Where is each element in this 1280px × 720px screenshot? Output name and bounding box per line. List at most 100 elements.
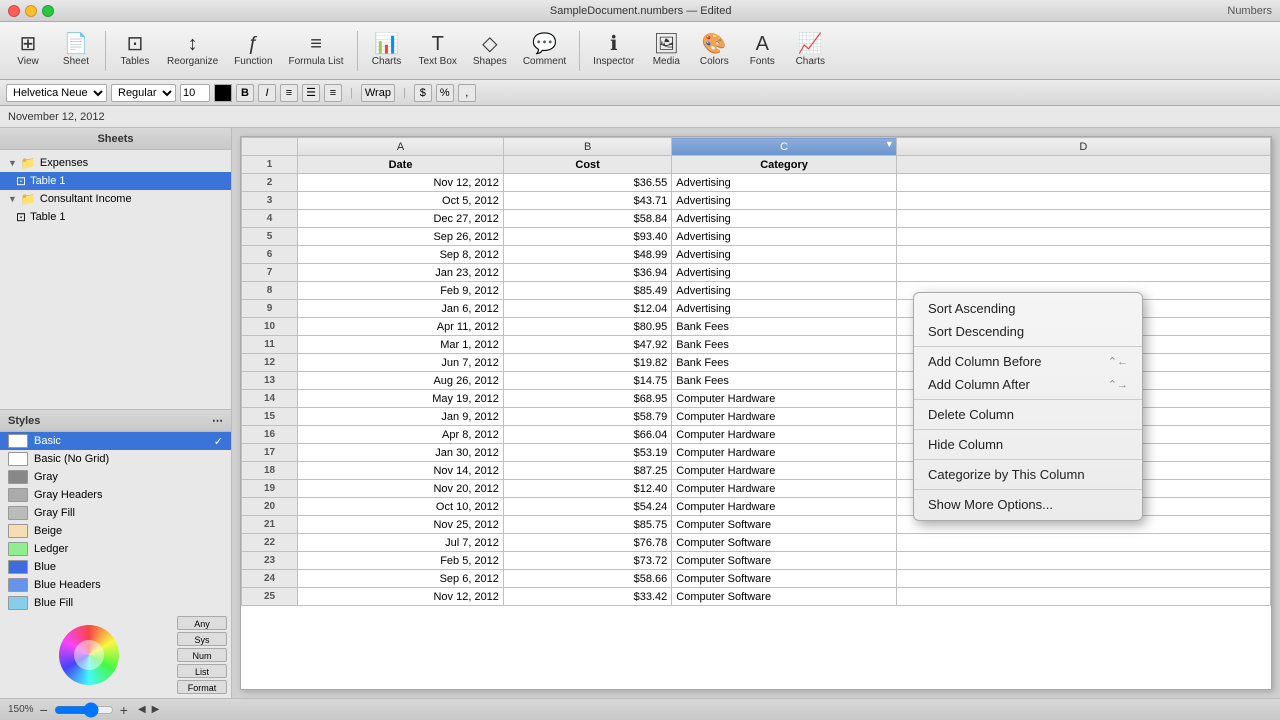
style-gray-fill[interactable]: Gray Fill (0, 504, 231, 522)
cell-date[interactable]: Sep 26, 2012 (298, 228, 504, 246)
text-box-button[interactable]: T Text Box (413, 26, 463, 76)
menu-item-sort-asc[interactable]: Sort Ascending (914, 297, 1142, 320)
mini-btn-3[interactable]: Num (177, 648, 227, 662)
cell-category[interactable]: Advertising (672, 246, 897, 264)
cell-category[interactable]: Computer Software (672, 552, 897, 570)
colors-button[interactable]: 🎨 Colors (692, 26, 736, 76)
cell-date[interactable]: Oct 10, 2012 (298, 498, 504, 516)
font-family-select[interactable]: Helvetica Neue (6, 84, 107, 102)
sidebar-item-table1-consultant[interactable]: ⊡ Table 1 (0, 208, 231, 226)
charts-button[interactable]: 📊 Charts (365, 26, 409, 76)
cell-date[interactable]: May 19, 2012 (298, 390, 504, 408)
cell-date[interactable]: Jan 30, 2012 (298, 444, 504, 462)
zoom-slider[interactable] (54, 702, 114, 718)
style-blue-headers[interactable]: Blue Headers (0, 576, 231, 594)
cell-category[interactable]: Computer Software (672, 534, 897, 552)
col-header-a[interactable]: A (298, 138, 504, 156)
style-beige[interactable]: Beige (0, 522, 231, 540)
sidebar-item-expenses[interactable]: ▼ 📁 Expenses (0, 154, 231, 172)
color-wheel[interactable] (59, 625, 119, 685)
cell-category[interactable]: Computer Hardware (672, 444, 897, 462)
cell-cost[interactable]: $85.75 (503, 516, 671, 534)
cell-cost[interactable]: $47.92 (503, 336, 671, 354)
cell-cost[interactable]: $58.66 (503, 570, 671, 588)
cell-category[interactable]: Bank Fees (672, 318, 897, 336)
cell-cost[interactable]: $68.95 (503, 390, 671, 408)
mini-btn-2[interactable]: Sys (177, 632, 227, 646)
cell-date[interactable]: Jun 7, 2012 (298, 354, 504, 372)
cell-category[interactable]: Computer Software (672, 570, 897, 588)
cell-d[interactable] (896, 228, 1270, 246)
cell-cost[interactable]: $80.95 (503, 318, 671, 336)
cell-cost[interactable]: $36.94 (503, 264, 671, 282)
cell-date[interactable]: Feb 5, 2012 (298, 552, 504, 570)
cell-category[interactable]: Computer Hardware (672, 426, 897, 444)
cell-d[interactable] (896, 246, 1270, 264)
cell-date[interactable]: Sep 6, 2012 (298, 570, 504, 588)
cell-date[interactable]: Apr 11, 2012 (298, 318, 504, 336)
cell-date[interactable]: Nov 20, 2012 (298, 480, 504, 498)
col-header-c[interactable]: C ▼ (672, 138, 897, 156)
cell-category[interactable]: Computer Hardware (672, 498, 897, 516)
style-basic-no-grid[interactable]: Basic (No Grid) (0, 450, 231, 468)
cell-date[interactable]: Nov 14, 2012 (298, 462, 504, 480)
cell-d[interactable] (896, 192, 1270, 210)
cell-date[interactable]: Sep 8, 2012 (298, 246, 504, 264)
charts2-button[interactable]: 📈 Charts (788, 26, 832, 76)
cell-date[interactable]: Jan 6, 2012 (298, 300, 504, 318)
cell-date[interactable]: Nov 12, 2012 (298, 174, 504, 192)
cell-cost[interactable]: $58.79 (503, 408, 671, 426)
cell-cost[interactable]: $87.25 (503, 462, 671, 480)
cell-d[interactable] (896, 534, 1270, 552)
style-gray[interactable]: Gray (0, 468, 231, 486)
sidebar-item-table1-expenses[interactable]: ⊡ Table 1 (0, 172, 231, 190)
currency-button[interactable]: $ (414, 84, 432, 102)
font-style-select[interactable]: Regular (111, 84, 176, 102)
cell-date[interactable]: Apr 8, 2012 (298, 426, 504, 444)
cell-category[interactable]: Computer Software (672, 516, 897, 534)
sheet-button[interactable]: 📄 Sheet (54, 26, 98, 76)
cell-date[interactable]: Nov 12, 2012 (298, 588, 504, 606)
cell-category[interactable]: Advertising (672, 264, 897, 282)
style-blue-fill[interactable]: Blue Fill (0, 594, 231, 612)
cell-category[interactable]: Computer Hardware (672, 408, 897, 426)
cell-cost[interactable]: $12.40 (503, 480, 671, 498)
col-header-d[interactable]: D (896, 138, 1270, 156)
cell-category[interactable]: Advertising (672, 210, 897, 228)
cell-cost[interactable]: $33.42 (503, 588, 671, 606)
mini-btn-5[interactable]: Format (177, 680, 227, 694)
cell-cost[interactable]: $36.55 (503, 174, 671, 192)
cell-date[interactable]: Feb 9, 2012 (298, 282, 504, 300)
zoom-decrease-button[interactable]: − (40, 702, 48, 718)
cell-cost[interactable]: $53.19 (503, 444, 671, 462)
menu-item-sort-desc[interactable]: Sort Descending (914, 320, 1142, 343)
cell-d[interactable] (896, 210, 1270, 228)
italic-button[interactable]: I (258, 84, 276, 102)
cell-category[interactable]: Computer Hardware (672, 390, 897, 408)
navigate-left-button[interactable]: ◀ (138, 704, 146, 715)
cell-category[interactable]: Advertising (672, 174, 897, 192)
cell-date[interactable]: Aug 26, 2012 (298, 372, 504, 390)
cell-d[interactable] (896, 264, 1270, 282)
bold-button[interactable]: B (236, 84, 254, 102)
style-blue[interactable]: Blue (0, 558, 231, 576)
view-button[interactable]: ⊞ View (6, 26, 50, 76)
cell-cost[interactable]: $85.49 (503, 282, 671, 300)
tables-button[interactable]: ⊡ Tables (113, 26, 157, 76)
cell-date[interactable]: Nov 25, 2012 (298, 516, 504, 534)
cell-cost[interactable]: $76.78 (503, 534, 671, 552)
cell-category[interactable]: Advertising (672, 192, 897, 210)
percent-button[interactable]: % (436, 84, 454, 102)
cell-d[interactable] (896, 552, 1270, 570)
menu-item-categorize[interactable]: Categorize by This Column (914, 463, 1142, 486)
menu-item-more[interactable]: Show More Options... (914, 493, 1142, 516)
cell-date[interactable]: Oct 5, 2012 (298, 192, 504, 210)
cell-date[interactable]: Jul 7, 2012 (298, 534, 504, 552)
cell-cost[interactable]: $14.75 (503, 372, 671, 390)
cell-category[interactable]: Computer Hardware (672, 462, 897, 480)
cell-date[interactable]: Jan 23, 2012 (298, 264, 504, 282)
fonts-button[interactable]: A Fonts (740, 26, 784, 76)
cell-category[interactable]: Computer Hardware (672, 480, 897, 498)
cell-cost[interactable]: $48.99 (503, 246, 671, 264)
cell-category[interactable]: Computer Software (672, 588, 897, 606)
